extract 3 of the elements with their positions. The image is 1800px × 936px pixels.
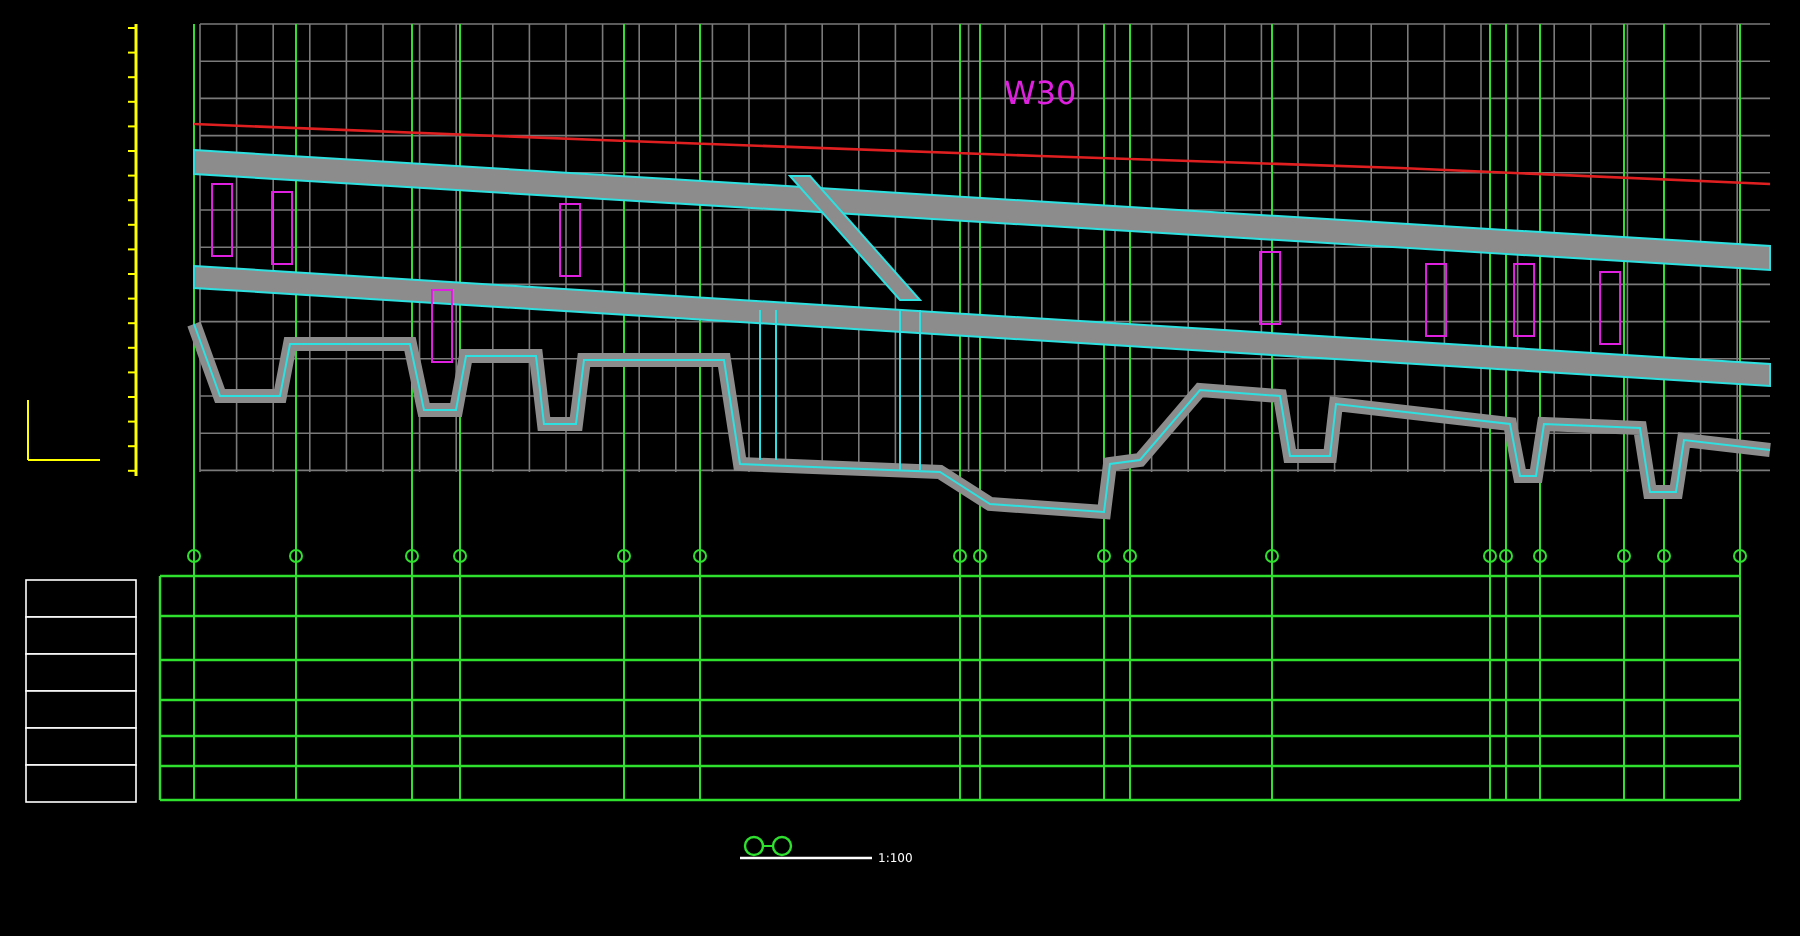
profile-label: W30 (1004, 74, 1077, 112)
title-underline (740, 856, 872, 860)
section-marker-icon (743, 835, 793, 857)
